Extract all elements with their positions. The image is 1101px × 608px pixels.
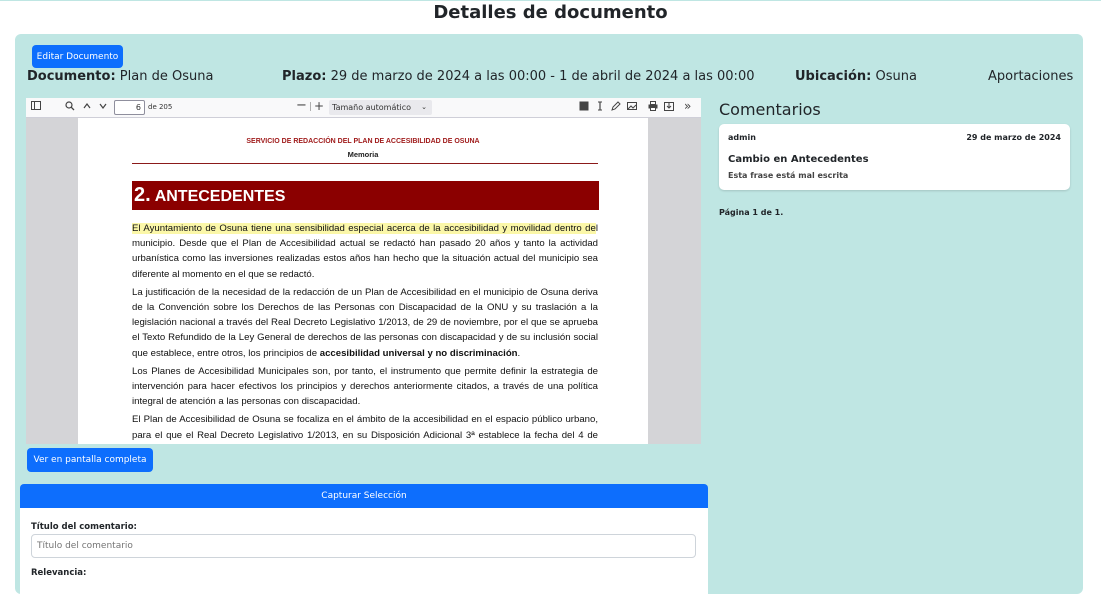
document-panel: Editar Documento Documento: Plan de Osun… <box>15 34 1083 608</box>
deadline-info: Plazo: 29 de marzo de 2024 a las 00:00 -… <box>282 69 754 84</box>
page-number-input[interactable]: 6 <box>114 100 145 115</box>
draw-icon[interactable] <box>611 101 621 116</box>
fullscreen-button[interactable]: Ver en pantalla completa <box>27 448 153 472</box>
save-icon[interactable] <box>664 101 674 116</box>
pdf-toolbar: 6 de 205 − | + Tamaño automático ⌄ » <box>26 98 701 118</box>
comment-text: Esta frase está mal escrita <box>728 171 849 180</box>
comment-title: Cambio en Antecedentes <box>728 154 869 165</box>
pdf-section-title: ANTECEDENTES <box>154 188 286 205</box>
pdf-paragraph: El Plan de Accesibilidad de Osuna se foc… <box>132 414 598 441</box>
pdf-paragraph: Los Planes de Accesibilidad Municipales … <box>132 365 598 408</box>
comments-title: Comentarios <box>719 100 821 119</box>
document-label: Documento: <box>27 69 116 84</box>
chevron-up-icon[interactable] <box>82 101 92 116</box>
chevron-down-icon: ⌄ <box>421 103 427 111</box>
comment-form: Título del comentario: Relevancia: <box>20 508 708 608</box>
zoom-out-icon[interactable]: − <box>296 99 307 113</box>
zoom-select[interactable]: Tamaño automático ⌄ <box>329 100 432 115</box>
pdf-text: . <box>517 347 521 359</box>
image-icon[interactable] <box>627 101 637 116</box>
print-icon[interactable] <box>648 101 658 116</box>
pdf-highlighted-text[interactable]: El Ayuntamiento de Osuna tiene una sensi… <box>132 223 596 234</box>
pdf-header-subtitle: Memoria <box>347 150 379 159</box>
edit-document-button[interactable]: Editar Documento <box>32 45 123 68</box>
more-tools-icon[interactable]: » <box>684 99 691 113</box>
pdf-bold-text: accesibilidad universal y no discriminac… <box>319 347 518 359</box>
comment-author: admin <box>728 133 756 142</box>
sidebar-toggle-icon[interactable] <box>31 101 41 115</box>
pdf-header-rule <box>132 163 598 164</box>
deadline-value: 29 de marzo de 2024 a las 00:00 - 1 de a… <box>330 69 755 84</box>
toolbar-separator: | <box>309 102 313 112</box>
search-icon[interactable] <box>65 101 75 116</box>
capture-selection-button[interactable]: Capturar Selección <box>20 484 708 508</box>
location-value: Osuna <box>875 69 917 84</box>
comment-title-input[interactable] <box>31 534 696 558</box>
comment-title-label: Título del comentario: <box>31 522 137 532</box>
location-info: Ubicación: Osuna <box>795 69 917 84</box>
pdf-paragraph: La justificación de la necesidad de la r… <box>132 285 598 361</box>
comments-pagination: Página 1 de 1. <box>719 208 784 217</box>
document-value: Plan de Osuna <box>119 69 214 84</box>
relevance-label: Relevancia: <box>31 568 87 578</box>
deadline-label: Plazo: <box>282 69 327 84</box>
comment-card[interactable]: admin 29 de marzo de 2024 Cambio en Ante… <box>719 124 1070 190</box>
pdf-paragraph: El Ayuntamiento de Osuna tiene una sensi… <box>132 221 598 282</box>
location-label: Ubicación: <box>795 69 872 84</box>
pdf-header-title: SERVICIO DE REDACCIÓN DEL PLAN DE ACCESI… <box>246 138 480 145</box>
pdf-page[interactable]: SERVICIO DE REDACCIÓN DEL PLAN DE ACCESI… <box>78 118 648 444</box>
page-total: de 205 <box>148 103 173 111</box>
comment-date: 29 de marzo de 2024 <box>966 133 1061 142</box>
contributions-link[interactable]: Aportaciones <box>988 69 1073 84</box>
text-icon[interactable] <box>595 101 605 116</box>
pdf-viewer: 6 de 205 − | + Tamaño automático ⌄ » SER… <box>26 98 701 444</box>
pdf-body: El Ayuntamiento de Osuna tiene una sensi… <box>132 221 598 444</box>
pdf-section-number: 2. <box>134 184 151 206</box>
chevron-down-icon[interactable] <box>98 101 108 116</box>
page-title: Detalles de documento <box>433 2 668 23</box>
pdf-section-heading: 2. ANTECEDENTES <box>132 181 599 210</box>
highlight-icon[interactable] <box>579 101 589 116</box>
zoom-select-value: Tamaño automático <box>332 103 412 112</box>
top-border <box>0 0 1101 1</box>
document-info: Documento: Plan de Osuna <box>27 69 213 84</box>
zoom-in-icon[interactable]: + <box>314 99 324 113</box>
